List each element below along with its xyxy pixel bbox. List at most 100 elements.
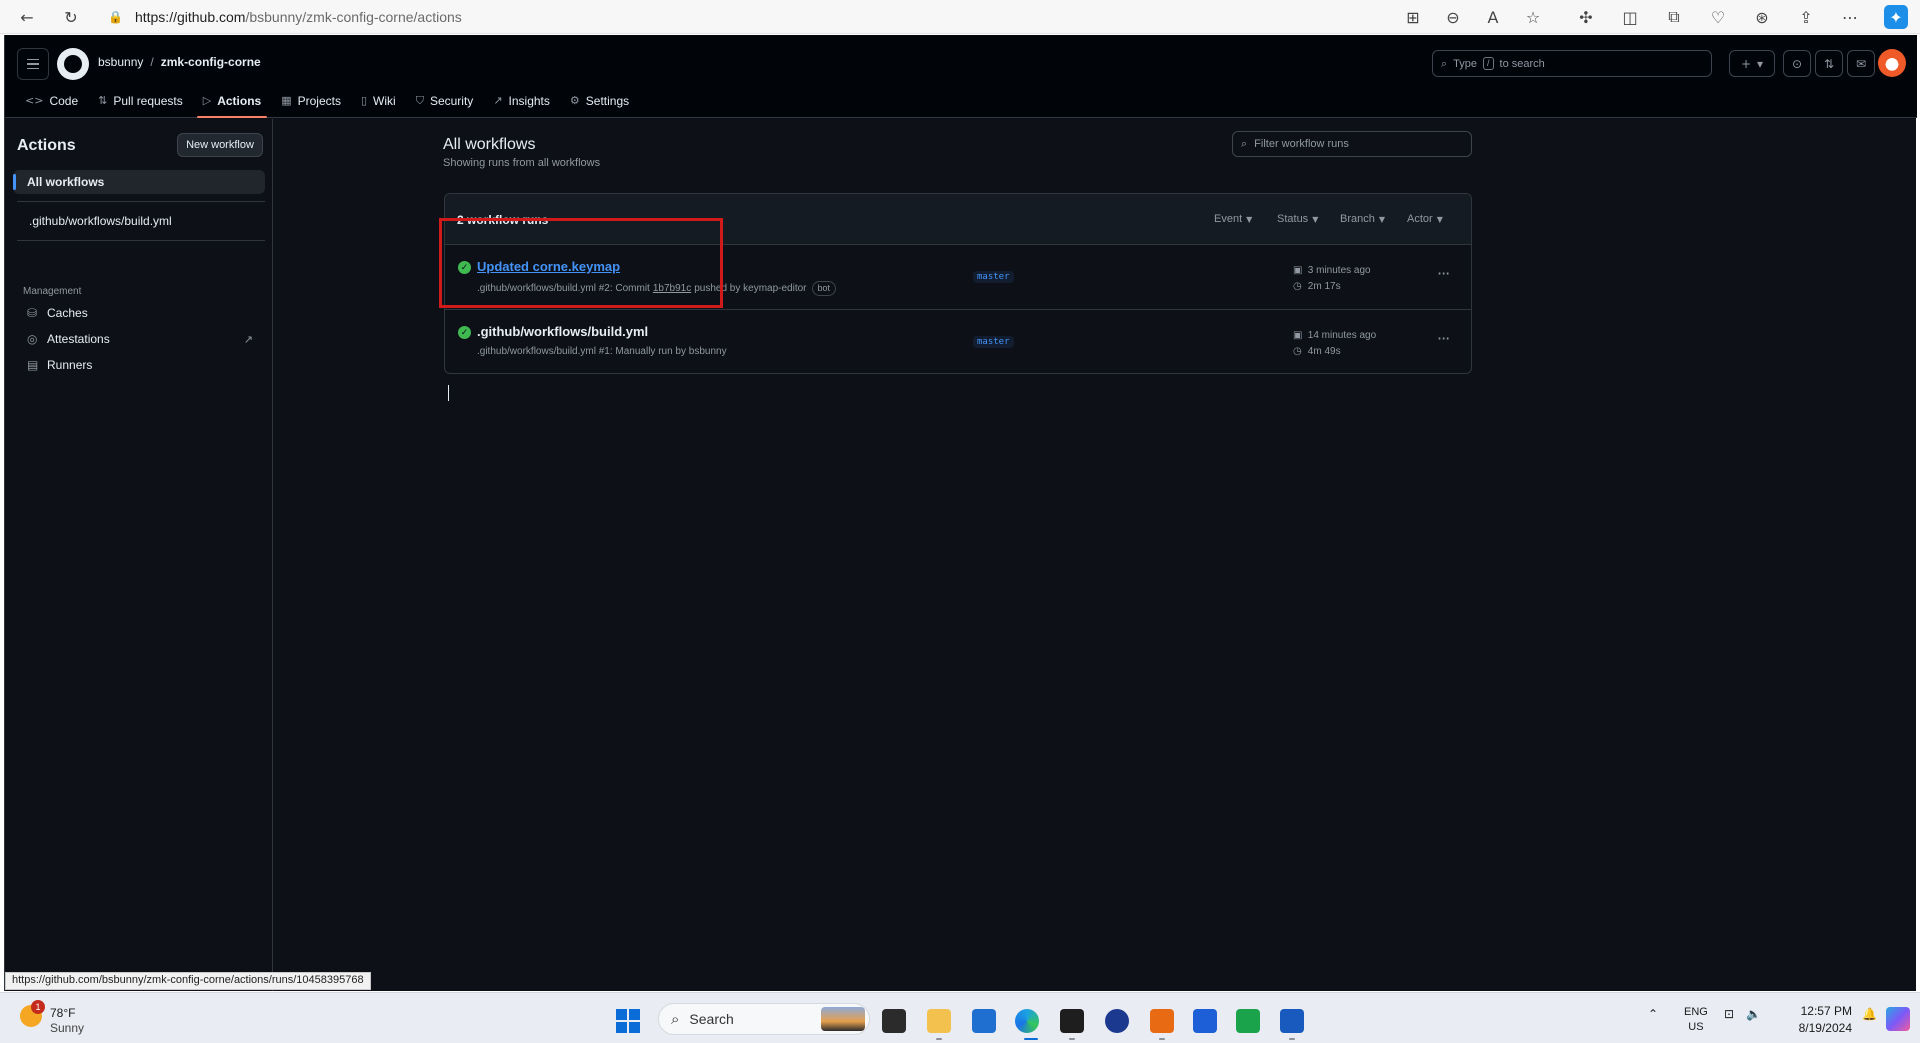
read-aloud-icon[interactable]: A <box>1481 5 1505 29</box>
microsoft-store-icon[interactable] <box>972 1009 996 1033</box>
branch-label[interactable]: master <box>973 336 1014 348</box>
tab-label: Security <box>429 93 474 108</box>
run-duration: 4m 49s <box>1307 346 1341 357</box>
lock-icon: 🔒 <box>108 10 123 24</box>
app-available-icon[interactable]: ⊞ <box>1401 5 1425 29</box>
address-bar[interactable]: 🔒 https://github.com/bsbunny/zmk-config-… <box>108 4 1418 30</box>
page-subtitle: Showing runs from all workflows <box>443 157 601 169</box>
system-clock[interactable]: 12:57 PM 8/19/2024 <box>1776 1003 1852 1037</box>
copilot-icon[interactable]: ✦ <box>1884 5 1908 29</box>
sidebar-item-runners[interactable]: ▤ Runners <box>13 353 265 377</box>
hamburger-menu-icon[interactable] <box>17 48 49 80</box>
taskbar-search[interactable]: ⌕ Search <box>658 1003 870 1035</box>
server-icon: ▤ <box>27 358 39 372</box>
more-menu-icon[interactable]: ⋯ <box>1838 5 1862 29</box>
word-icon[interactable] <box>1280 1009 1304 1033</box>
github-page: bsbunny / zmk-config-corne ⌕ Type / to s… <box>4 35 1917 991</box>
weather-temp[interactable]: 78°F <box>50 1006 75 1020</box>
run-meta-prefix: .github/workflows/build.yml #1: Manually… <box>477 346 727 357</box>
running-indicator <box>1069 1038 1075 1040</box>
tab-security[interactable]: ⛉ Security <box>406 83 484 118</box>
file-explorer-icon[interactable] <box>927 1009 951 1033</box>
terminal-icon[interactable] <box>1060 1009 1084 1033</box>
volume-icon[interactable]: 🔈 <box>1746 1007 1761 1021</box>
run-options-kebab-icon[interactable]: ··· <box>1437 264 1450 283</box>
filter-label: Actor <box>1407 213 1433 225</box>
global-search-input[interactable]: ⌕ Type / to search <box>1432 50 1712 77</box>
collections-icon[interactable]: ⧉ <box>1662 5 1686 29</box>
sidebar-item-label: Caches <box>47 306 88 320</box>
run-title-link[interactable]: .github/workflows/build.yml <box>477 324 648 339</box>
sidebar-item-workflow-file[interactable]: .github/workflows/build.yml <box>13 209 265 233</box>
bot-badge: bot <box>811 281 837 296</box>
branch-label[interactable]: master <box>973 271 1014 283</box>
table-icon: ▦ <box>281 94 292 107</box>
user-avatar[interactable] <box>1878 49 1906 77</box>
breadcrumb-owner[interactable]: bsbunny <box>98 55 143 69</box>
issues-icon[interactable]: ⊙ <box>1783 50 1811 77</box>
repo-nav: <> Code ⇅ Pull requests ▷ Actions ▦ Projects… <box>15 83 639 118</box>
tab-settings[interactable]: ⚙ Settings <box>560 83 639 118</box>
notification-bell-icon[interactable]: 🔔 <box>1862 1007 1877 1021</box>
windows-start-icon[interactable] <box>616 1009 640 1033</box>
active-indicator <box>1024 1038 1038 1040</box>
language-indicator[interactable]: ENG US <box>1684 1005 1708 1035</box>
inbox-icon[interactable]: ✉ <box>1847 50 1875 77</box>
running-indicator <box>1289 1038 1295 1040</box>
copilot-icon[interactable] <box>1886 1007 1910 1031</box>
app-icon[interactable] <box>1105 1009 1129 1033</box>
new-workflow-button[interactable]: New workflow <box>177 133 263 157</box>
stopwatch-icon: ◷ <box>1293 346 1302 357</box>
chevron-down-icon: ▾ <box>1757 56 1764 71</box>
tab-insights[interactable]: ↗ Insights <box>483 83 560 118</box>
breadcrumb-repo[interactable]: zmk-config-corne <box>161 55 261 69</box>
github-logo-icon[interactable] <box>57 48 89 80</box>
database-icon: ⛁ <box>27 306 38 320</box>
performance-icon[interactable]: ⊛ <box>1750 5 1774 29</box>
network-icon[interactable]: ⊡ <box>1724 1007 1734 1021</box>
tab-pull-requests[interactable]: ⇅ Pull requests <box>88 83 193 118</box>
extensions-icon[interactable]: ✣ <box>1574 5 1598 29</box>
browser-essentials-icon[interactable]: ♡ <box>1706 5 1730 29</box>
sidebar-item-label: Runners <box>47 358 93 372</box>
run-duration: 2m 17s <box>1307 281 1341 292</box>
tab-code[interactable]: <> Code <box>15 83 88 118</box>
tab-projects[interactable]: ▦ Projects <box>271 83 351 118</box>
clock-time: 12:57 PM <box>1800 1004 1852 1018</box>
favorite-star-icon[interactable]: ☆ <box>1521 5 1545 29</box>
running-indicator <box>1159 1038 1165 1040</box>
weather-desc[interactable]: Sunny <box>50 1021 84 1035</box>
split-screen-icon[interactable]: ◫ <box>1618 5 1642 29</box>
back-icon[interactable]: ← <box>15 5 39 29</box>
create-new-button[interactable]: + ▾ <box>1729 50 1775 77</box>
spreadsheet-app-icon[interactable] <box>1236 1009 1260 1033</box>
management-heading: Management <box>23 286 82 297</box>
breadcrumb-separator: / <box>150 55 154 69</box>
zoom-icon[interactable]: ⊖ <box>1441 5 1465 29</box>
tab-wiki[interactable]: ▯ Wiki <box>351 83 406 118</box>
search-icon: ⌕ <box>1441 56 1448 70</box>
filter-runs-input[interactable]: ⌕ Filter workflow runs <box>1232 131 1472 157</box>
link-preview-status: https://github.com/bsbunny/zmk-config-co… <box>5 972 371 990</box>
sidebar-item-attestations[interactable]: ◎ Attestations ↗ <box>13 327 265 351</box>
branch-filter-dropdown[interactable]: Branch ▼ <box>1340 213 1385 225</box>
event-filter-dropdown[interactable]: Event ▼ <box>1214 213 1252 225</box>
app-icon[interactable] <box>1150 1009 1174 1033</box>
tab-actions[interactable]: ▷ Actions <box>193 83 271 118</box>
sidebar-item-caches[interactable]: ⛁ Caches <box>13 301 265 325</box>
actor-filter-dropdown[interactable]: Actor ▼ <box>1407 213 1443 225</box>
refresh-icon[interactable]: ↻ <box>59 5 83 29</box>
chevron-down-icon: ▼ <box>1436 214 1443 224</box>
status-filter-dropdown[interactable]: Status ▼ <box>1277 213 1318 225</box>
share-icon[interactable]: ⇪ <box>1794 5 1818 29</box>
pull-requests-icon[interactable]: ⇅ <box>1815 50 1843 77</box>
sidebar-item-all-workflows[interactable]: All workflows <box>13 170 265 194</box>
workflow-run-row[interactable]: ✓ .github/workflows/build.yml .github/wo… <box>445 309 1471 373</box>
run-options-kebab-icon[interactable]: ··· <box>1437 329 1450 348</box>
search-icon: ⌕ <box>1241 137 1248 150</box>
app-icon[interactable] <box>1193 1009 1217 1033</box>
edge-browser-icon[interactable] <box>1015 1009 1039 1033</box>
task-view-icon[interactable] <box>882 1009 906 1033</box>
show-hidden-icons-chevron-icon[interactable]: ⌃ <box>1648 1007 1658 1021</box>
lang-bottom: US <box>1688 1021 1704 1033</box>
